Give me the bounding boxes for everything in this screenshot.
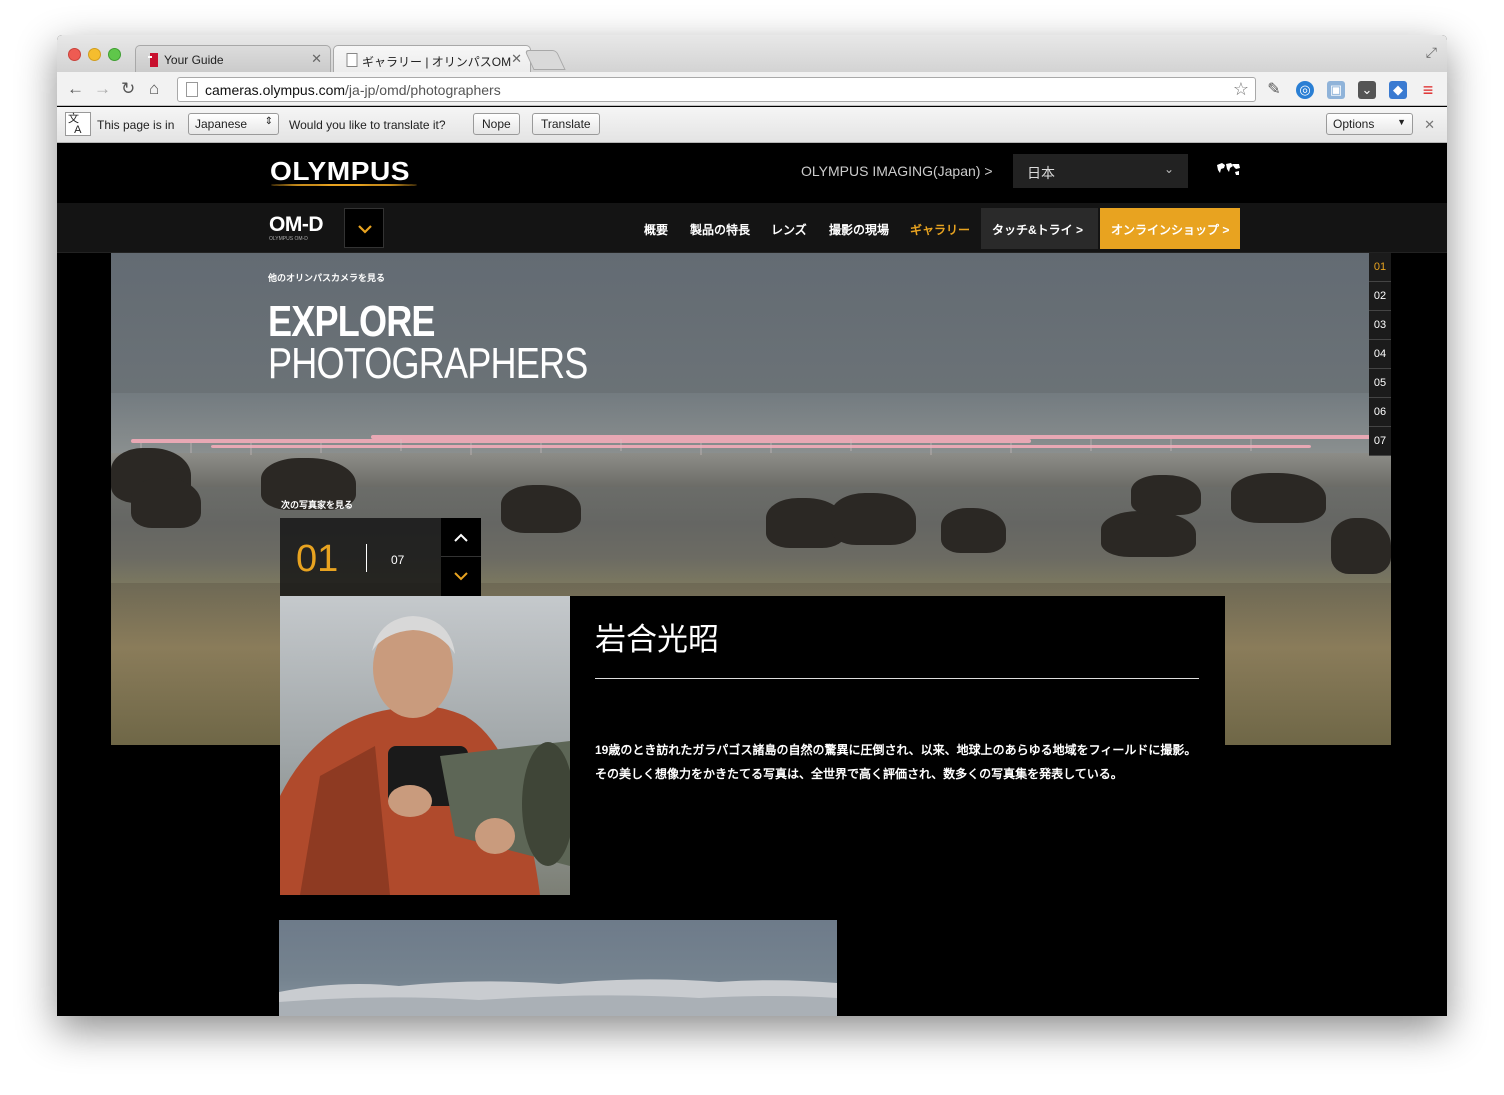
chevron-down-icon (358, 225, 372, 234)
pager-item-07[interactable]: 07 (1369, 427, 1391, 456)
browser-toolbar: ← → ↻ ⌂ cameras.olympus.com/ja-jp/omd/ph… (57, 72, 1447, 106)
photographer-card: 岩合光昭 19歳のとき訪れたガラパゴス諸島の自然の驚異に圧倒され、以来、地球上の… (570, 596, 1225, 895)
online-shop-button[interactable]: オンラインショップ > (1100, 208, 1240, 249)
tab-title: Your Guide (164, 53, 224, 67)
bookmark-favicon-icon (148, 53, 158, 67)
translate-bar: 文 A This page is in Japanese ⇕ Would you … (57, 107, 1447, 143)
forward-icon[interactable]: → (94, 79, 111, 99)
nav-shooting[interactable]: 撮影の現場 (829, 221, 889, 238)
photographer-name: 岩合光昭 (595, 622, 719, 657)
pager-item-04[interactable]: 04 (1369, 340, 1391, 369)
olympus-logo-swoosh (271, 184, 417, 186)
pocket-extension-icon[interactable]: ⌄ (1358, 81, 1376, 99)
country-select[interactable]: 日本 ⌄ (1013, 154, 1188, 188)
next-photographer-button[interactable] (441, 557, 481, 596)
tab-close-icon[interactable]: ✕ (511, 51, 522, 67)
translate-question: Would you like to translate it? (289, 118, 446, 132)
wildebeest-image (1131, 475, 1201, 515)
fullscreen-icon[interactable]: ⤢ (1426, 44, 1437, 61)
address-bar[interactable]: cameras.olympus.com/ja-jp/omd/photograph… (177, 77, 1256, 102)
profile-divider (595, 678, 1199, 679)
nope-button[interactable]: Nope (473, 113, 520, 135)
close-window-button[interactable] (68, 48, 81, 61)
pager-item-02[interactable]: 02 (1369, 282, 1391, 311)
olympus-site: OLYMPUS OLYMPUS IMAGING(Japan) > 日本 ⌄ OM… (57, 143, 1447, 1016)
imaging-link[interactable]: OLYMPUS IMAGING(Japan) > (801, 163, 993, 179)
zoom-window-button[interactable] (108, 48, 121, 61)
nav-overview[interactable]: 概要 (644, 221, 668, 238)
home-icon[interactable]: ⌂ (149, 79, 159, 99)
tab-strip: Your Guide ✕ ギャラリー | オリンパスOM ✕ ⤢ (57, 35, 1447, 72)
translate-close-icon[interactable]: ✕ (1424, 117, 1435, 133)
wildebeest-image (1331, 518, 1391, 574)
previous-photographer-button[interactable] (441, 518, 481, 557)
wildebeest-image (131, 478, 201, 528)
reload-icon[interactable]: ↻ (121, 79, 135, 99)
back-icon[interactable]: ← (67, 79, 84, 99)
landscape-photo-image (279, 979, 837, 1016)
select-arrows-icon: ⇕ (264, 116, 273, 127)
tab-title: ギャラリー | オリンパスOM (362, 55, 512, 69)
photographer-bio: 19歳のとき訪れたガラパゴス諸島の自然の驚異に圧倒され、以来、地球上のあらゆる地… (595, 743, 1197, 781)
calendar-extension-icon[interactable]: ◆ (1389, 81, 1407, 99)
translate-icon: 文 A (65, 112, 91, 136)
nav-features[interactable]: 製品の特長 (690, 221, 750, 238)
other-cameras-link[interactable]: 他のオリンパスカメラを見る (268, 271, 385, 284)
circle-extension-icon[interactable]: ◎ (1296, 81, 1314, 99)
tab-your-guide[interactable]: Your Guide ✕ (135, 45, 331, 72)
chevron-up-icon (454, 533, 468, 542)
eyedropper-extension-icon[interactable]: ✎ (1265, 81, 1283, 99)
counter-total: 07 (391, 553, 405, 567)
olympus-logo[interactable]: OLYMPUS (270, 156, 410, 187)
translate-prefix: This page is in (97, 118, 175, 132)
photographer-counter: 01 07 (280, 518, 481, 596)
window-extension-icon[interactable]: ▣ (1327, 81, 1345, 99)
wildebeest-image (501, 485, 581, 533)
product-dropdown-button[interactable] (344, 208, 384, 248)
wildebeest-image (1101, 511, 1196, 557)
tab-close-icon[interactable]: ✕ (311, 51, 322, 67)
photographer-portrait-image (280, 616, 570, 895)
language-select[interactable]: Japanese ⇕ (188, 113, 279, 135)
wildebeest-image (831, 493, 916, 545)
options-select[interactable]: Options ▼ (1326, 113, 1413, 135)
hero-title-line2: PHOTOGRAPHERS (268, 339, 588, 388)
nav-lenses[interactable]: レンズ (771, 221, 807, 238)
chevron-down-icon: ⌄ (1163, 162, 1174, 176)
dropdown-arrow-icon: ▼ (1397, 117, 1406, 127)
translate-button[interactable]: Translate (532, 113, 600, 135)
pager-item-05[interactable]: 05 (1369, 369, 1391, 398)
menu-icon[interactable]: ≡ (1419, 81, 1437, 99)
photographer-portrait (280, 596, 570, 895)
page-favicon-icon (346, 53, 358, 67)
tab-gallery[interactable]: ギャラリー | オリンパスOM ✕ (333, 45, 531, 72)
counter-divider (366, 544, 367, 572)
bookmark-star-icon[interactable]: ☆ (1233, 79, 1249, 100)
pager-item-03[interactable]: 03 (1369, 311, 1391, 340)
touch-and-try-button[interactable]: タッチ&トライ > (981, 208, 1098, 249)
counter-current: 01 (296, 538, 339, 580)
country-value: 日本 (1027, 165, 1055, 181)
nav-gallery[interactable]: ギャラリー (910, 221, 970, 238)
browser-window: Your Guide ✕ ギャラリー | オリンパスOM ✕ ⤢ ← → ↻ ⌂… (57, 35, 1447, 1016)
pager-item-01[interactable]: 01 (1369, 253, 1391, 282)
next-photographer-label: 次の写真家を見る (281, 500, 354, 510)
wildebeest-image (941, 508, 1006, 553)
wildebeest-image (1231, 473, 1326, 523)
product-nav: OM-D OLYMPUS OM-D 概要 製品の特長 レンズ 撮影の現場 ギャラ… (57, 203, 1447, 253)
omd-logo[interactable]: OM-D (269, 213, 324, 237)
url-text: cameras.olympus.com/ja-jp/omd/photograph… (205, 82, 501, 98)
pager-item-06[interactable]: 06 (1369, 398, 1391, 427)
chevron-down-icon (454, 572, 468, 581)
photographer-pager: 01 02 03 04 05 06 07 (1369, 253, 1391, 456)
page-icon (186, 82, 198, 97)
gallery-photo-preview[interactable] (279, 920, 837, 1016)
omd-logo-sub: OLYMPUS OM-D (269, 236, 308, 242)
world-map-icon[interactable] (1215, 161, 1241, 177)
minimize-window-button[interactable] (88, 48, 101, 61)
